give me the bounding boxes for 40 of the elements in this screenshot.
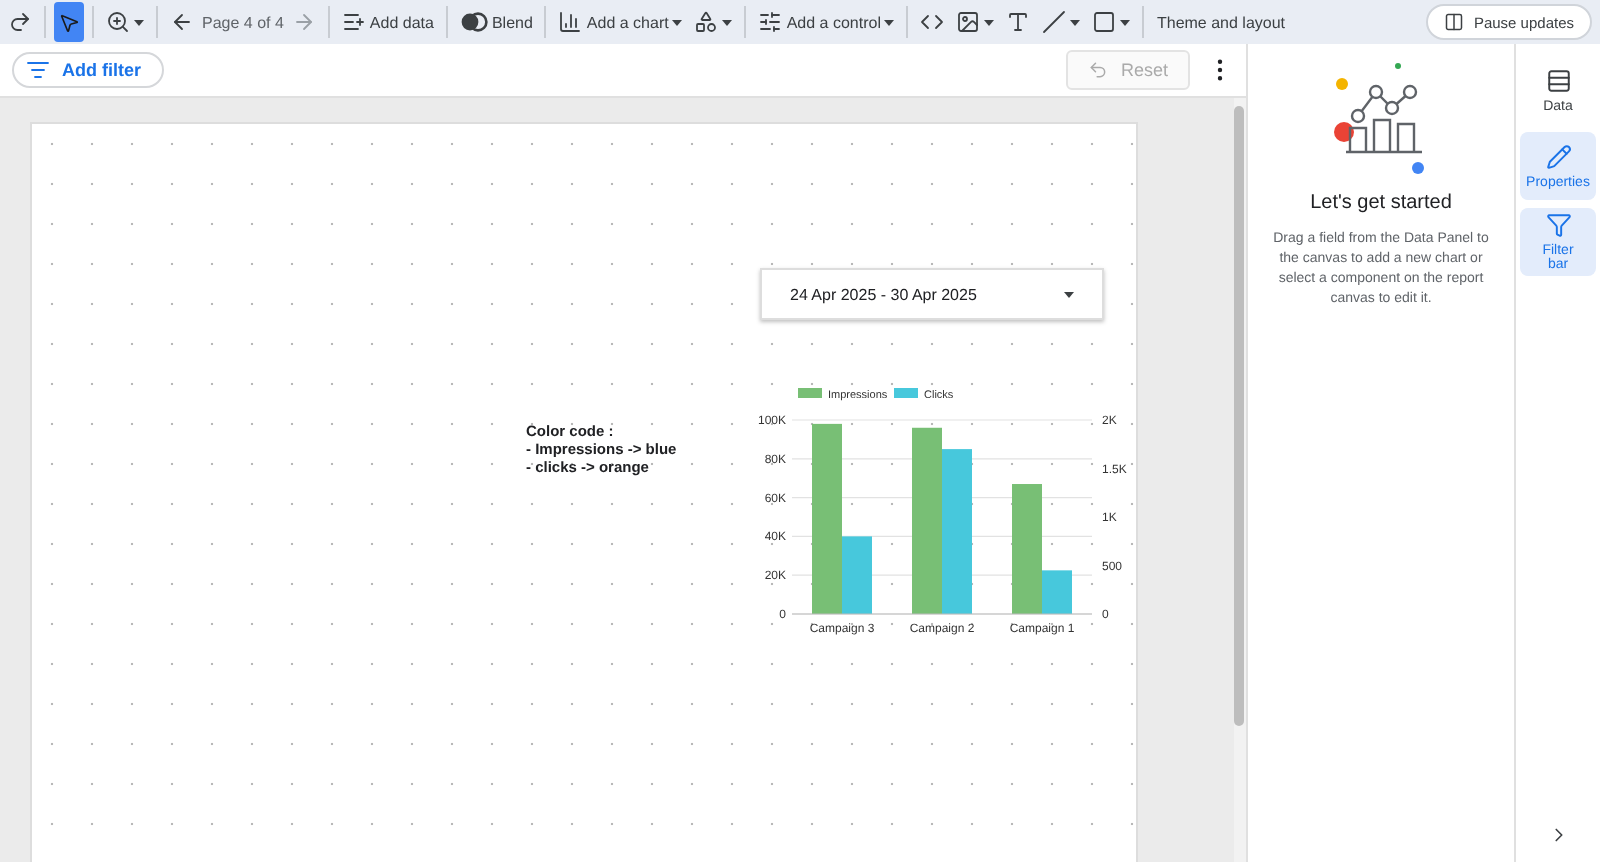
caret-icon [722,19,733,25]
caret-icon [1070,19,1081,25]
square-icon [1092,10,1117,34]
pointer-icon [58,11,80,33]
pencil-icon [1545,143,1571,169]
sliders-icon [758,10,783,34]
add-control-button[interactable]: Add a control [754,2,899,42]
theme-layout-button[interactable]: Theme and layout [1152,2,1290,42]
shapes-icon [694,10,719,34]
caret-icon [1120,19,1131,25]
caret-icon [884,19,895,25]
pause-icon [1443,12,1464,32]
add-filter-button[interactable]: Add filter [12,52,163,88]
add-chart-button[interactable]: Add a chart [554,2,687,42]
chart-icon [558,10,583,34]
arrow-left-icon [170,10,194,34]
line-icon [1042,10,1067,34]
arrow-right-icon [291,10,316,34]
filter-icon [26,58,50,82]
blend-icon [459,12,488,32]
panel-title: Let's get started [1310,192,1452,214]
undo-icon [1088,60,1109,80]
code-icon [920,10,945,34]
scrollbar-thumb[interactable] [1234,106,1244,726]
caret-icon [1064,291,1074,297]
image-icon [956,10,981,34]
text-icon [1006,10,1031,34]
caret-icon [134,19,144,25]
redo-icon [8,10,32,34]
add-data-icon [341,10,366,34]
select-tool-button[interactable] [54,2,84,42]
table-icon [1545,67,1571,93]
date-range-control[interactable]: 24 Apr 2025 - 30 Apr 2025 [760,268,1104,320]
caret-icon [984,19,995,25]
zoom-icon [106,10,130,34]
blend-button[interactable]: Blend [455,2,537,42]
filter-icon [1545,212,1571,238]
caret-icon [672,19,683,25]
add-data-button[interactable]: Add data [337,2,438,42]
page-indicator: Page 4 of 4 [202,13,284,31]
